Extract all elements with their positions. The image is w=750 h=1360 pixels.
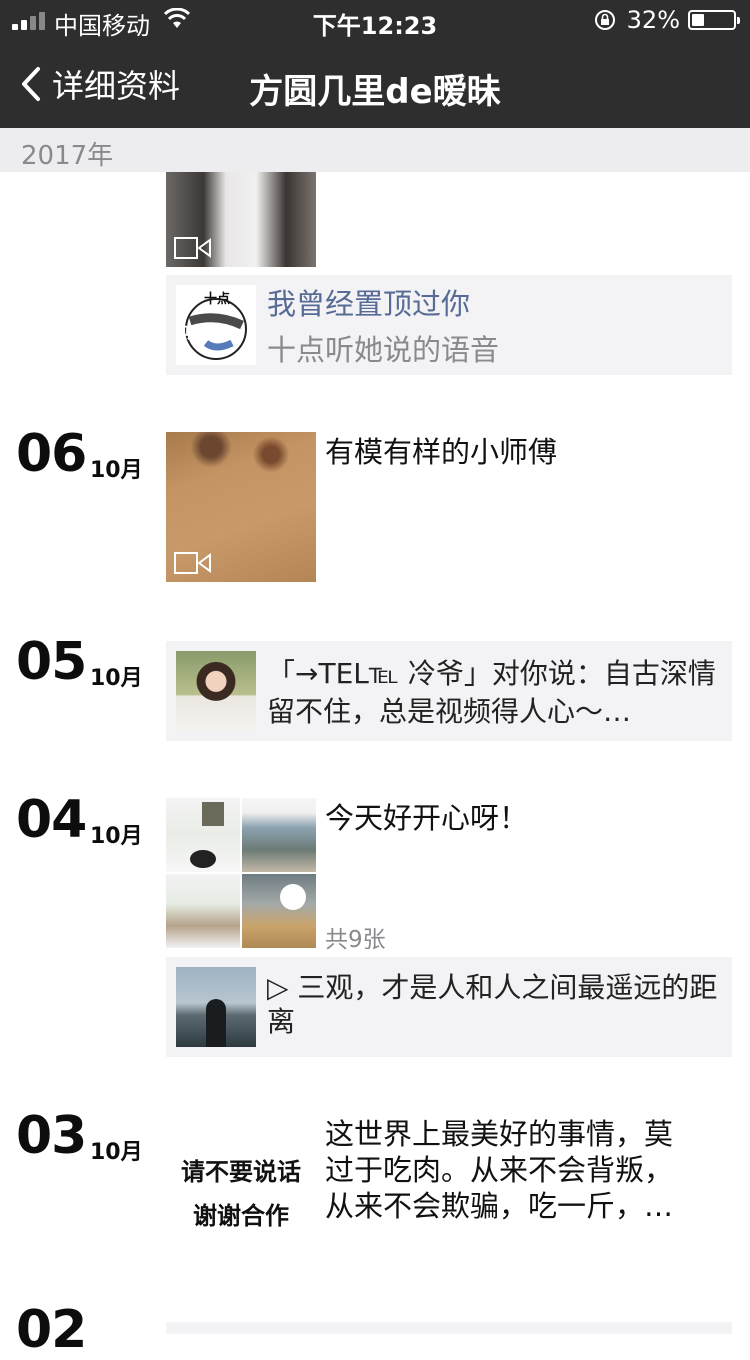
post-day: 03 <box>16 1106 87 1166</box>
nav-bar: 详细资料 方圆几里de暧昧 <box>0 40 750 128</box>
video-icon <box>174 237 211 259</box>
photo-grid[interactable] <box>166 798 316 948</box>
text-image[interactable]: 请不要说话 谢谢合作 <box>166 1116 316 1266</box>
share-subtitle: 十点听她说的语音 <box>267 333 500 367</box>
shared-audio-card[interactable]: 十点 听她说 我曾经置顶过你 十点听她说的语音 <box>166 275 732 375</box>
partial-card[interactable] <box>166 1322 732 1334</box>
video-icon <box>174 552 211 574</box>
post-day: 05 <box>16 632 87 692</box>
share-logo-top-text: 十点 <box>204 292 231 307</box>
post-day: 06 <box>16 424 87 484</box>
text-image-line2: 谢谢合作 <box>193 1202 289 1230</box>
photo-tile[interactable] <box>166 874 240 948</box>
post-month: 10月 <box>90 1140 143 1165</box>
post-day: 02 <box>16 1300 87 1360</box>
post-text: 今天好开心呀！ <box>325 801 529 835</box>
share-logo-main-text: 听她说 <box>182 323 231 342</box>
shared-video-card[interactable]: 「→TEL℡ 冷爷」对你说：自古深情留不住，总是视频得人心～… <box>166 641 732 741</box>
share-thumbnail <box>176 967 256 1047</box>
post-month: 10月 <box>90 458 143 483</box>
status-bar: 中国移动 下午12:23 32% <box>0 0 750 40</box>
battery-icon <box>688 10 740 30</box>
rotation-lock-icon <box>595 10 615 30</box>
page-title: 方圆几里de暧昧 <box>249 72 501 112</box>
photo-tile[interactable] <box>166 798 240 872</box>
share-text: ▷ 三观，才是人和人之间最遥远的距离 <box>267 971 718 1038</box>
post-month: 10月 <box>90 824 143 849</box>
post-month: 10月 <box>90 666 143 691</box>
year-header: 2017年 <box>0 128 750 172</box>
share-title: 我曾经置顶过你 <box>267 287 471 321</box>
video-thumbnail[interactable] <box>166 432 316 582</box>
share-text: 「→TEL℡ 冷爷」对你说：自古深情留不住，总是视频得人心～… <box>267 657 716 728</box>
share-logo: 十点 听她说 <box>176 285 256 365</box>
shared-music-card[interactable]: ▷ 三观，才是人和人之间最遥远的距离 <box>166 957 732 1057</box>
post-text: 有模有样的小师傅 <box>325 435 558 469</box>
video-thumbnail[interactable] <box>166 172 316 267</box>
text-image-line1: 请不要说话 <box>181 1158 301 1186</box>
post-day: 04 <box>16 790 87 850</box>
post-text: 这世界上最美好的事情，莫过于吃肉。从来不会背叛，从来不会欺骗，吃一斤，… <box>325 1117 674 1223</box>
share-thumbnail <box>176 651 256 731</box>
photo-tile[interactable] <box>242 798 316 872</box>
photo-count: 共9张 <box>325 927 386 953</box>
year-label: 2017年 <box>21 141 114 171</box>
battery-percent: 32% <box>626 6 680 34</box>
photo-tile[interactable] <box>242 874 316 948</box>
